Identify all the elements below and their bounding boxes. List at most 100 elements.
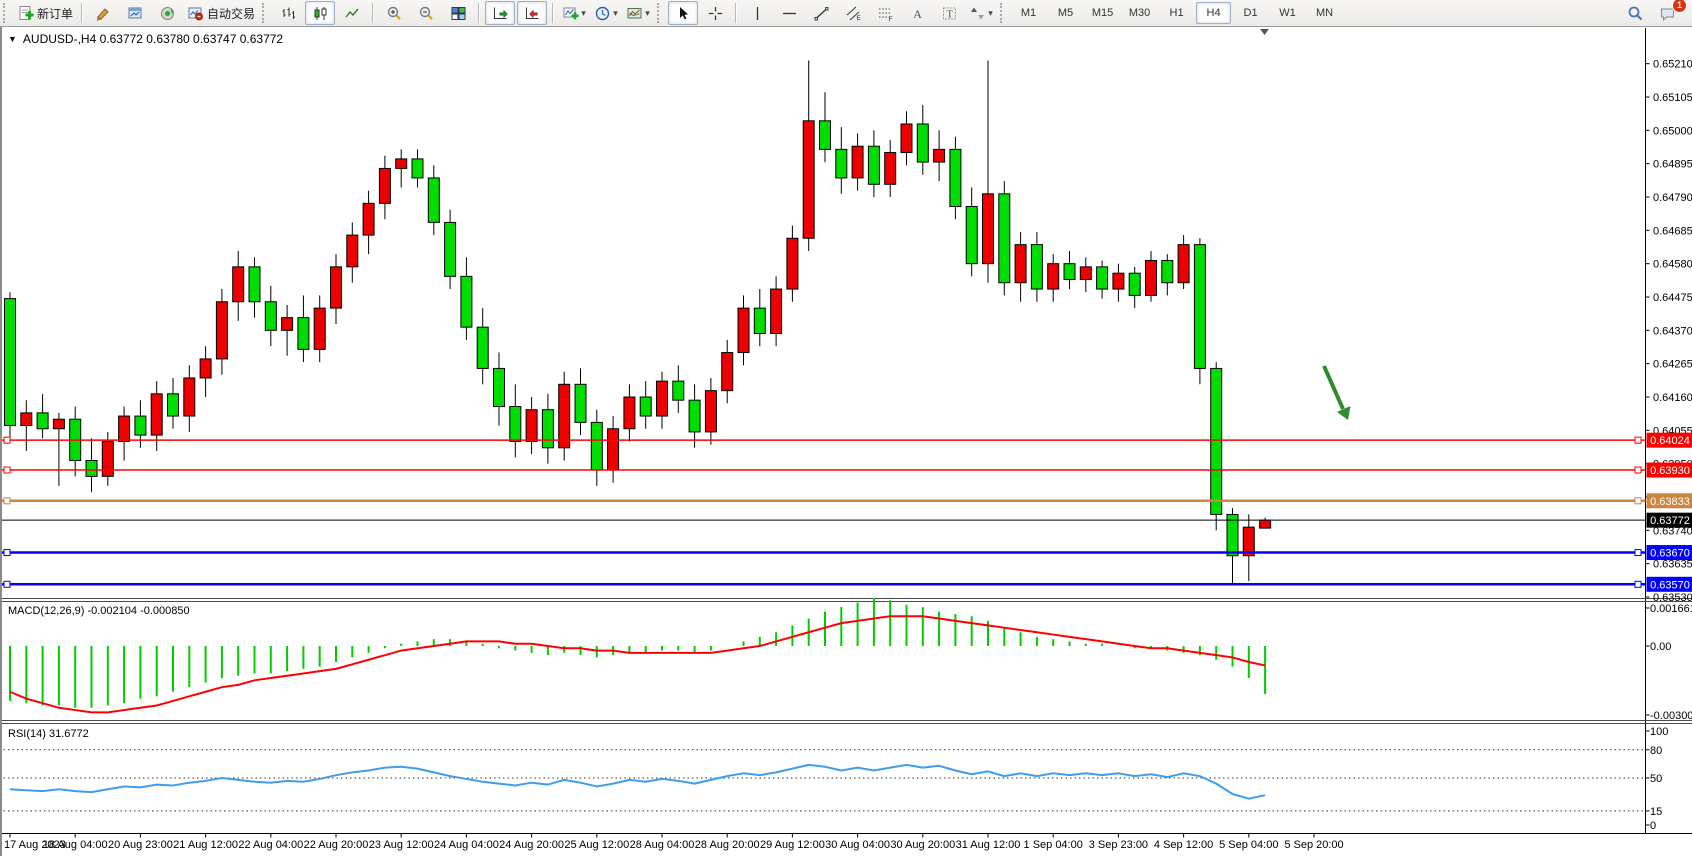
- line-handle[interactable]: [1635, 437, 1641, 443]
- time-tick-label: 4 Sep 12:00: [1154, 839, 1213, 851]
- horizontal-line-button[interactable]: [774, 1, 804, 25]
- candlestick-chart-button[interactable]: [305, 1, 335, 25]
- new-order-button[interactable]: 新订单: [14, 1, 76, 25]
- candle-down: [591, 422, 602, 470]
- candle-down: [428, 178, 439, 222]
- timeframe-m1[interactable]: M1: [1011, 2, 1046, 24]
- timeframe-mn[interactable]: MN: [1307, 2, 1342, 24]
- candle-down: [298, 318, 309, 350]
- chart-shift-button[interactable]: [517, 1, 547, 25]
- candle-down: [754, 308, 765, 333]
- templates-button[interactable]: ▾: [623, 1, 653, 25]
- chevron-down-icon: ▾: [581, 8, 586, 19]
- autotrading-button[interactable]: 自动交易: [184, 1, 258, 25]
- line-handle[interactable]: [4, 498, 10, 504]
- line-handle[interactable]: [4, 437, 10, 443]
- toolbar-separator: [552, 3, 554, 23]
- time-tick-label: 5 Sep 20:00: [1284, 839, 1343, 851]
- cursor-button[interactable]: [668, 1, 698, 25]
- candle-up: [1146, 260, 1157, 295]
- timeframe-m5[interactable]: M5: [1048, 2, 1083, 24]
- toolbar-grip[interactable]: [657, 3, 662, 23]
- candle-down: [135, 416, 146, 435]
- time-tick-label: 24 Aug 20:00: [499, 839, 564, 851]
- vertical-line-icon: [749, 5, 766, 22]
- text-button[interactable]: A: [902, 1, 932, 25]
- candle-down: [249, 267, 260, 302]
- search-button[interactable]: [1620, 1, 1650, 25]
- timeframe-d1[interactable]: D1: [1233, 2, 1268, 24]
- arrows-button[interactable]: ▾: [966, 1, 996, 25]
- price-badge-label: 0.63570: [1650, 579, 1690, 591]
- notifications-button[interactable]: 1: [1652, 1, 1682, 25]
- candle-up: [803, 121, 814, 238]
- text-label-button[interactable]: T: [934, 1, 964, 25]
- market-watch-button[interactable]: [120, 1, 150, 25]
- timeframe-h1[interactable]: H1: [1159, 2, 1194, 24]
- periods-button[interactable]: ▾: [591, 1, 621, 25]
- trendline-button[interactable]: [806, 1, 836, 25]
- line-chart-icon: [344, 5, 361, 22]
- candle-up: [885, 153, 896, 185]
- auto-scroll-button[interactable]: [485, 1, 515, 25]
- chevron-down-icon: ▾: [988, 8, 993, 19]
- candlestick-chart-icon: [312, 5, 329, 22]
- line-chart-button[interactable]: [337, 1, 367, 25]
- tile-windows-button[interactable]: [443, 1, 473, 25]
- line-handle[interactable]: [1635, 581, 1641, 587]
- zoom-out-button[interactable]: [411, 1, 441, 25]
- autotrading-label: 自动交易: [207, 5, 255, 22]
- candle-up: [1080, 267, 1091, 280]
- macd-label: MACD(12,26,9) -0.002104 -0.000850: [8, 605, 190, 617]
- vertical-line-button[interactable]: [742, 1, 772, 25]
- chart-shift-icon: [524, 5, 541, 22]
- line-handle[interactable]: [1635, 550, 1641, 556]
- crosshair-button[interactable]: [700, 1, 730, 25]
- toolbar-grip[interactable]: [262, 3, 267, 23]
- chart-canvas[interactable]: 0.652100.651050.650000.648950.647900.646…: [2, 27, 1692, 856]
- candle-down: [5, 299, 16, 426]
- timeframe-h4[interactable]: H4: [1196, 2, 1231, 24]
- candle-up: [396, 159, 407, 169]
- time-tick-label: 29 Aug 12:00: [760, 839, 825, 851]
- toolbar-grip[interactable]: [3, 3, 8, 23]
- symbol-dropdown-icon[interactable]: ▼: [8, 34, 17, 44]
- candle-up: [526, 410, 537, 442]
- line-handle[interactable]: [1635, 498, 1641, 504]
- candle-down: [575, 384, 586, 422]
- toolbar-separator: [81, 3, 83, 23]
- indicators-button[interactable]: ▾: [559, 1, 589, 25]
- fibonacci-button[interactable]: F: [870, 1, 900, 25]
- toolbar-grip[interactable]: [1000, 3, 1005, 23]
- candle-down: [917, 124, 928, 162]
- line-handle[interactable]: [4, 467, 10, 473]
- equidistant-channel-button[interactable]: E: [838, 1, 868, 25]
- navigator-button[interactable]: [152, 1, 182, 25]
- candle-up: [184, 378, 195, 416]
- zoom-in-button[interactable]: [379, 1, 409, 25]
- timeframe-m15[interactable]: M15: [1085, 2, 1120, 24]
- timeframe-m30[interactable]: M30: [1122, 2, 1157, 24]
- indicators-icon: [562, 5, 579, 22]
- timeframe-w1[interactable]: W1: [1270, 2, 1305, 24]
- candle-down: [836, 149, 847, 178]
- candle-up: [379, 168, 390, 203]
- candle-up: [151, 394, 162, 435]
- zoom-out-icon: [418, 5, 435, 22]
- chart-shift-marker[interactable]: [1260, 29, 1269, 35]
- candle-up: [102, 441, 113, 476]
- line-handle[interactable]: [4, 581, 10, 587]
- line-handle[interactable]: [4, 550, 10, 556]
- price-tick-label: 0.63635: [1653, 559, 1692, 571]
- line-handle[interactable]: [1635, 467, 1641, 473]
- chevron-down-icon: ▾: [613, 8, 618, 19]
- arrow-annotation[interactable]: [1324, 366, 1343, 409]
- candle-up: [657, 381, 668, 416]
- candle-up: [21, 413, 32, 426]
- bar-chart-button[interactable]: [273, 1, 303, 25]
- candle-up: [53, 419, 64, 429]
- candle-up: [1178, 245, 1189, 283]
- styles-button[interactable]: [88, 1, 118, 25]
- candle-up: [314, 308, 325, 349]
- svg-text:T: T: [946, 9, 953, 20]
